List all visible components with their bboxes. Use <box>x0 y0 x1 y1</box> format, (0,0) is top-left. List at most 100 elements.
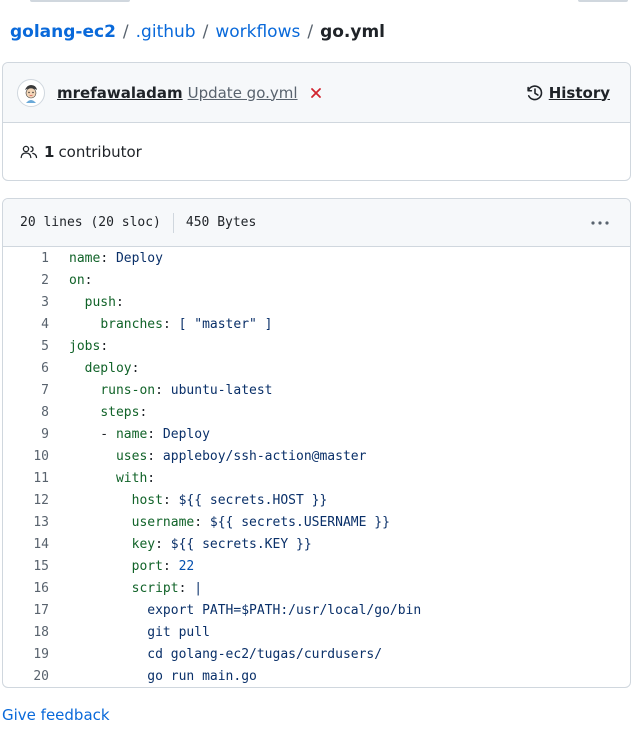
code-text: jobs: <box>49 339 108 354</box>
yaml-key: runs-on <box>100 382 156 398</box>
line-number[interactable]: 7 <box>3 383 49 398</box>
yaml-colon: : <box>162 316 171 332</box>
code-line[interactable]: 10 uses: appleboy/ssh-action@master <box>3 445 630 467</box>
contributors-row[interactable]: 1 contributor <box>3 123 630 181</box>
history-button[interactable]: History <box>520 84 616 102</box>
code-line[interactable]: 6 deploy: <box>3 357 630 379</box>
code-line[interactable]: 18 git pull <box>3 621 630 643</box>
breadcrumb-separator: / <box>307 22 314 42</box>
code-text: key: ${{ secrets.KEY }} <box>49 537 312 552</box>
code-line[interactable]: 12 host: ${{ secrets.HOST }} <box>3 489 630 511</box>
yaml-colon: : <box>115 294 124 310</box>
yaml-value: git pull <box>147 624 210 640</box>
latest-commit-box: mrefawaladam Update go.yml History 1 con… <box>2 62 631 181</box>
code-line[interactable]: 13 username: ${{ secrets.USERNAME }} <box>3 511 630 533</box>
code-text: uses: appleboy/ssh-action@master <box>49 449 366 464</box>
contributor-count: 1 <box>44 143 55 161</box>
kebab-horizontal-icon <box>591 220 609 225</box>
code-text: git pull <box>49 625 210 640</box>
commit-author-link[interactable]: mrefawaladam <box>57 84 183 102</box>
avatar-image <box>20 81 42 104</box>
breadcrumb-github-folder-link[interactable]: .github <box>136 22 196 42</box>
breadcrumb-workflows-folder-link[interactable]: workflows <box>215 22 300 42</box>
breadcrumb-repo-link[interactable]: golang-ec2 <box>10 22 116 42</box>
history-label: History <box>548 83 610 102</box>
line-number[interactable]: 10 <box>3 449 49 464</box>
line-number[interactable]: 3 <box>3 295 49 310</box>
code-line[interactable]: 17 export PATH=$PATH:/usr/local/go/bin <box>3 599 630 621</box>
file-viewer: 20 lines (20 sloc) 450 Bytes 1 name: Depl… <box>2 198 631 688</box>
line-number[interactable]: 2 <box>3 273 49 288</box>
code-text: deploy: <box>49 361 140 376</box>
line-number[interactable]: 8 <box>3 405 49 420</box>
latest-commit-row: mrefawaladam Update go.yml History <box>3 63 630 123</box>
code-line[interactable]: 14 key: ${{ secrets.KEY }} <box>3 533 630 555</box>
code-listing[interactable]: 1 name: Deploy 2 on: 3 push: 4 branches: [ "m… <box>3 247 630 687</box>
code-line[interactable]: 19 cd golang-ec2/tugas/curdusers/ <box>3 643 630 665</box>
yaml-colon: : <box>147 448 156 464</box>
code-text: username: ${{ secrets.USERNAME }} <box>49 515 390 530</box>
yaml-key: uses <box>115 448 148 464</box>
line-number[interactable]: 14 <box>3 537 49 552</box>
yaml-key: with <box>115 470 148 486</box>
code-line[interactable]: 5 jobs: <box>3 335 630 357</box>
code-line[interactable]: 2 on: <box>3 269 630 291</box>
line-number[interactable]: 18 <box>3 625 49 640</box>
code-line[interactable]: 15 port: 22 <box>3 555 630 577</box>
file-line-count: 20 lines (20 sloc) <box>20 215 161 230</box>
line-number[interactable]: 16 <box>3 581 49 596</box>
line-number[interactable]: 19 <box>3 647 49 662</box>
line-number[interactable]: 4 <box>3 317 49 332</box>
yaml-value: export PATH=$PATH:/usr/local/go/bin <box>147 602 422 618</box>
give-feedback-link[interactable]: Give feedback <box>2 706 110 724</box>
code-line[interactable]: 8 steps: <box>3 401 630 423</box>
yaml-colon: : <box>100 338 109 354</box>
avatar[interactable] <box>17 78 45 107</box>
code-line[interactable]: 1 name: Deploy <box>3 247 630 269</box>
yaml-value: Deploy <box>108 250 163 266</box>
yaml-colon: : <box>147 426 156 442</box>
line-number[interactable]: 6 <box>3 361 49 376</box>
line-number[interactable]: 13 <box>3 515 49 530</box>
yaml-key: on <box>69 272 85 288</box>
line-number[interactable]: 15 <box>3 559 49 574</box>
line-number[interactable]: 11 <box>3 471 49 486</box>
code-line[interactable]: 7 runs-on: ubuntu-latest <box>3 379 630 401</box>
yaml-colon: : <box>139 404 148 420</box>
code-line[interactable]: 3 push: <box>3 291 630 313</box>
code-line[interactable]: 4 branches: [ "master" ] <box>3 313 630 335</box>
code-line[interactable]: 11 with: <box>3 467 630 489</box>
code-line[interactable]: 9 - name: Deploy <box>3 423 630 445</box>
yaml-key: branches <box>100 316 163 332</box>
yaml-colon: : <box>194 514 203 530</box>
code-line[interactable]: 20 go run main.go <box>3 665 630 687</box>
line-number[interactable]: 9 <box>3 427 49 442</box>
more-options-button[interactable] <box>587 210 613 236</box>
yaml-key: steps <box>100 404 140 420</box>
commit-message-link[interactable]: Update go.yml <box>188 84 298 102</box>
line-number[interactable]: 17 <box>3 603 49 618</box>
yaml-value: | <box>186 580 203 596</box>
code-text: - name: Deploy <box>49 427 210 442</box>
code-text: on: <box>49 273 92 288</box>
line-number[interactable]: 5 <box>3 339 49 354</box>
yaml-key: key <box>131 536 156 552</box>
line-number[interactable]: 1 <box>3 251 49 266</box>
line-number[interactable]: 12 <box>3 493 49 508</box>
check-failed-x-icon[interactable] <box>308 85 324 101</box>
yaml-key: name <box>115 426 148 442</box>
file-size: 450 Bytes <box>185 215 257 230</box>
yaml-colon: : <box>155 382 163 398</box>
breadcrumb-separator: / <box>122 22 129 42</box>
line-number[interactable]: 20 <box>3 669 49 684</box>
code-line[interactable]: 16 script: | <box>3 577 630 599</box>
